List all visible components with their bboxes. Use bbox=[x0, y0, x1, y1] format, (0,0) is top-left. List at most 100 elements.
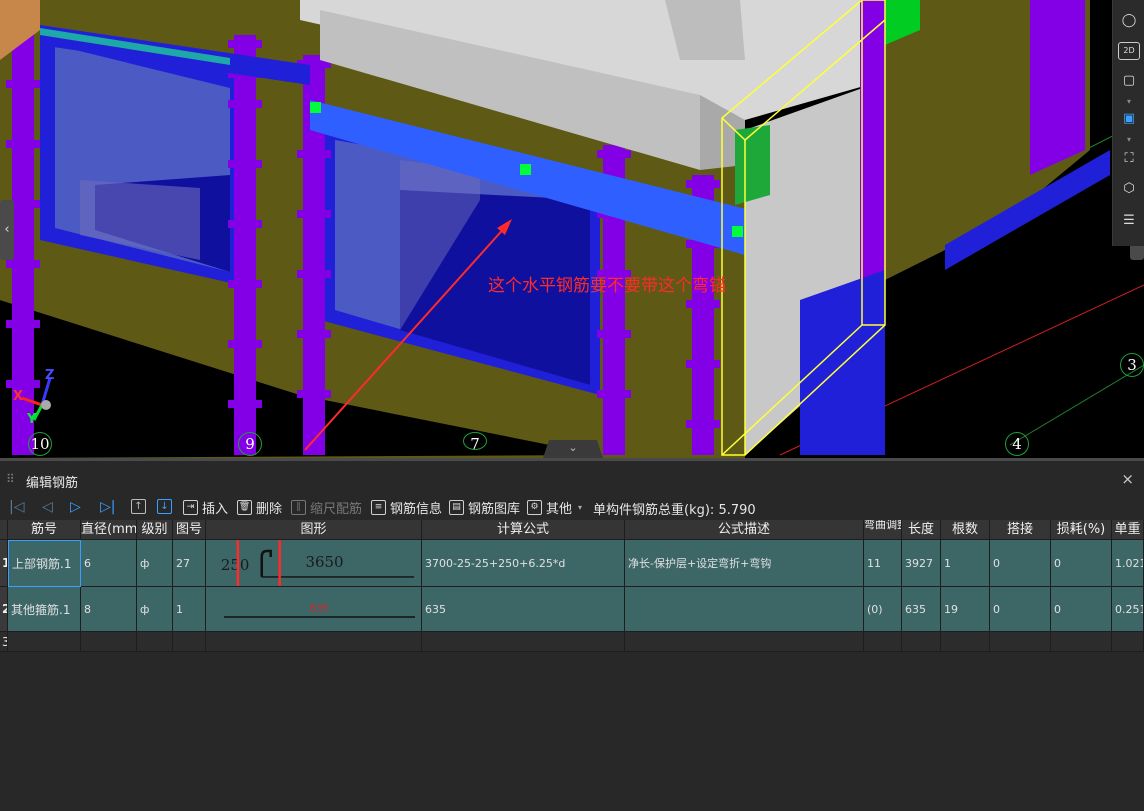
prev-record-icon[interactable]: ◁ bbox=[42, 500, 53, 514]
row-header-corner bbox=[0, 520, 8, 540]
shape-main-length: 3650 bbox=[306, 553, 344, 571]
figure-no-cell[interactable]: 1 bbox=[173, 587, 206, 632]
chevron-down-icon: ▾ bbox=[1127, 97, 1132, 106]
rebar-info-button[interactable]: ≡ 钢筋信息 bbox=[371, 498, 442, 517]
col-header-bend-adjust[interactable]: 弯曲调整 bbox=[864, 520, 902, 540]
length-cell[interactable]: 635 bbox=[902, 587, 941, 632]
figure-no-cell[interactable] bbox=[173, 632, 206, 652]
grade-cell[interactable] bbox=[137, 632, 173, 652]
description-cell[interactable]: 净长-保护层+设定弯折+弯钩 bbox=[625, 540, 864, 587]
unit-weight-cell[interactable]: 1.021 bbox=[1112, 540, 1144, 587]
close-icon[interactable]: × bbox=[1121, 470, 1134, 488]
document-icon[interactable]: ☰ bbox=[1118, 210, 1140, 232]
beam-grip-3[interactable] bbox=[732, 226, 743, 237]
col-header-diameter[interactable]: 直径(mm) bbox=[81, 520, 137, 540]
rebar-shape-drawing: 250 3650 bbox=[221, 540, 415, 586]
insert-button[interactable]: ⇥ 插入 bbox=[183, 498, 228, 517]
grade-cell[interactable]: ф bbox=[137, 587, 173, 632]
rebar-library-button[interactable]: ▤ 钢筋图库 bbox=[449, 498, 520, 517]
col-header-grade[interactable]: 级别 bbox=[137, 520, 173, 540]
lap-cell[interactable]: 0 bbox=[990, 540, 1051, 587]
beam-grip-2[interactable] bbox=[520, 164, 531, 175]
trash-icon: 🗑 bbox=[237, 500, 252, 515]
col-header-figure-no[interactable]: 图号 bbox=[173, 520, 206, 540]
bend-adjust-cell[interactable]: 11 bbox=[864, 540, 902, 587]
3d-viewport[interactable]: Z X Y 10 9 7 4 3 这个水平钢筋要不要带这个弯锚 ‹ › ◯ 2D… bbox=[0, 0, 1144, 458]
other-label: 其他 bbox=[546, 502, 573, 517]
edit-rebar-panel: ⠿ 编辑钢筋 × |◁ ◁ ▷ ▷| ↑ ↓ ⇥ 插入 🗑 删除 ‖ 缩尺配筋 … bbox=[0, 458, 1144, 811]
col-header-loss[interactable]: 损耗(%) bbox=[1051, 520, 1112, 540]
grade-cell[interactable]: ф bbox=[137, 540, 173, 587]
diameter-cell[interactable]: 8 bbox=[81, 587, 137, 632]
bar-name-cell[interactable]: 其他箍筋.1 bbox=[8, 587, 81, 632]
description-cell[interactable] bbox=[625, 632, 864, 652]
diameter-cell[interactable] bbox=[81, 632, 137, 652]
table-row[interactable]: 3 bbox=[0, 632, 1144, 652]
move-up-icon[interactable]: ↑ bbox=[131, 499, 146, 514]
bar-name-cell[interactable]: 上部钢筋.1 bbox=[8, 540, 81, 587]
delete-button[interactable]: 🗑 删除 bbox=[237, 498, 282, 517]
loss-cell[interactable]: 0 bbox=[1051, 587, 1112, 632]
length-cell[interactable]: 3927 bbox=[902, 540, 941, 587]
left-panel-toggle[interactable]: ‹ bbox=[0, 200, 14, 260]
count-cell[interactable]: 19 bbox=[941, 587, 990, 632]
collapse-panel-tab[interactable]: ⌄ bbox=[543, 440, 603, 458]
loss-cell[interactable] bbox=[1051, 632, 1112, 652]
cube-solid-icon[interactable]: ▣ bbox=[1118, 108, 1140, 130]
col-header-description[interactable]: 公式描述 bbox=[625, 520, 864, 540]
row-number: 2 bbox=[0, 587, 8, 632]
col-header-unit-weight[interactable]: 单重 bbox=[1112, 520, 1144, 540]
total-weight-value: 5.790 bbox=[718, 503, 756, 518]
length-cell[interactable] bbox=[902, 632, 941, 652]
table-row[interactable]: 2 其他箍筋.1 8 ф 1 635 635 (0) 635 19 0 0 0.… bbox=[0, 587, 1144, 632]
formula-cell[interactable] bbox=[422, 632, 625, 652]
dashed-cube-icon[interactable]: ⬡ bbox=[1118, 178, 1140, 200]
panel-header: ⠿ 编辑钢筋 × bbox=[0, 465, 1144, 493]
sphere-icon[interactable]: ◯ bbox=[1118, 10, 1140, 32]
lap-cell[interactable] bbox=[990, 632, 1051, 652]
col-header-shape[interactable]: 图形 bbox=[206, 520, 422, 540]
unit-weight-cell[interactable] bbox=[1112, 632, 1144, 652]
rebar-shape-drawing: 635 bbox=[223, 603, 416, 618]
scale-rebar-label: 缩尺配筋 bbox=[310, 502, 363, 517]
next-record-icon[interactable]: ▷ bbox=[70, 500, 81, 514]
count-cell[interactable] bbox=[941, 632, 990, 652]
bend-adjust-cell[interactable] bbox=[864, 632, 902, 652]
move-down-icon[interactable]: ↓ bbox=[157, 499, 172, 514]
fullscreen-icon[interactable]: ⛶ bbox=[1118, 148, 1140, 170]
shape-cell[interactable]: 635 bbox=[206, 587, 422, 632]
bar-name-cell[interactable] bbox=[8, 632, 81, 652]
figure-no-cell[interactable]: 27 bbox=[173, 540, 206, 587]
scale-rebar-button[interactable]: ‖ 缩尺配筋 bbox=[291, 498, 362, 517]
col-header-lap[interactable]: 搭接 bbox=[990, 520, 1051, 540]
axis-number-4: 4 bbox=[1005, 432, 1029, 456]
library-icon: ▤ bbox=[449, 500, 464, 515]
unit-weight-cell[interactable]: 0.251 bbox=[1112, 587, 1144, 632]
drag-grip-icon[interactable]: ⠿ bbox=[6, 472, 15, 486]
diameter-cell[interactable]: 6 bbox=[81, 540, 137, 587]
other-dropdown[interactable]: ⚙ 其他 ▾ bbox=[527, 498, 582, 517]
formula-cell[interactable]: 3700-25-25+250+6.25*d bbox=[422, 540, 625, 587]
shape-cell[interactable] bbox=[206, 632, 422, 652]
shape-cell[interactable]: 250 3650 bbox=[206, 540, 422, 587]
table-row[interactable]: 1 上部钢筋.1 6 ф 27 250 3650 3700-25-25+250+… bbox=[0, 540, 1144, 587]
2d-view-icon[interactable]: 2D bbox=[1118, 42, 1140, 60]
col-header-formula[interactable]: 计算公式 bbox=[422, 520, 625, 540]
first-record-icon[interactable]: |◁ bbox=[9, 500, 24, 514]
3d-box-icon[interactable]: ▢ bbox=[1118, 70, 1140, 92]
col-header-bar-no[interactable]: 筋号 bbox=[8, 520, 81, 540]
chevron-down-icon: ▾ bbox=[1127, 135, 1132, 144]
col-header-length[interactable]: 长度 bbox=[902, 520, 941, 540]
page-gear-icon: ⚙ bbox=[527, 500, 542, 515]
model-scene bbox=[0, 0, 1144, 458]
count-cell[interactable]: 1 bbox=[941, 540, 990, 587]
axis-number-3: 3 bbox=[1120, 353, 1144, 377]
description-cell[interactable] bbox=[625, 587, 864, 632]
formula-cell[interactable]: 635 bbox=[422, 587, 625, 632]
lap-cell[interactable]: 0 bbox=[990, 587, 1051, 632]
bend-adjust-cell[interactable]: (0) bbox=[864, 587, 902, 632]
loss-cell[interactable]: 0 bbox=[1051, 540, 1112, 587]
beam-grip-1[interactable] bbox=[310, 102, 321, 113]
last-record-icon[interactable]: ▷| bbox=[100, 500, 115, 514]
col-header-count[interactable]: 根数 bbox=[941, 520, 990, 540]
